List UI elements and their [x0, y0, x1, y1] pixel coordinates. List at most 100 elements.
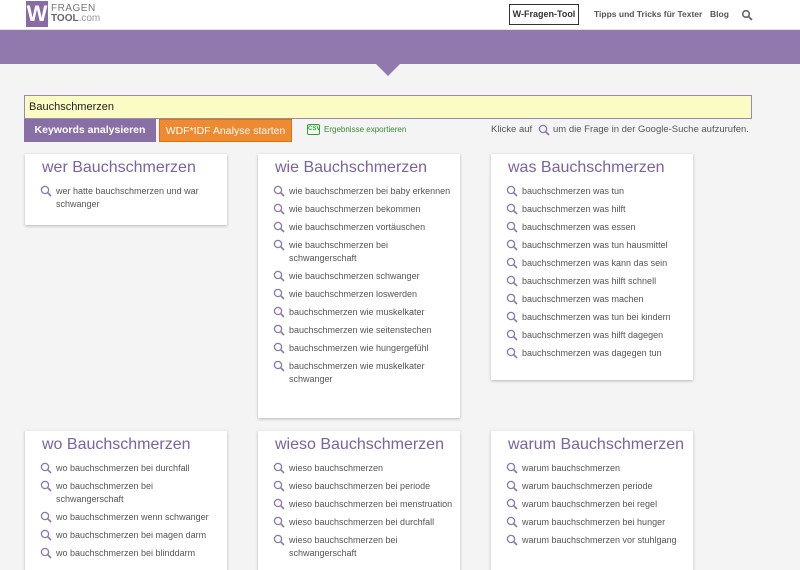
- google-search-icon[interactable]: [506, 534, 518, 546]
- card-title: wie Bauchschmerzen: [275, 159, 428, 176]
- question-item: bauchschmerzen was machen: [506, 293, 686, 306]
- google-search-icon[interactable]: [273, 203, 285, 215]
- keyword-input[interactable]: [24, 95, 752, 119]
- question-list: wo bauchschmerzen bei durchfall wo bauchs…: [40, 462, 220, 565]
- question-text: bauchschmerzen was machen: [522, 294, 644, 304]
- google-search-icon[interactable]: [273, 342, 285, 354]
- question-text: wie bauchschmerzen bekommen: [289, 204, 421, 214]
- google-search-icon[interactable]: [506, 311, 518, 323]
- google-search-icon[interactable]: [273, 185, 285, 197]
- google-search-icon[interactable]: [506, 498, 518, 510]
- question-text: bauchschmerzen was hilft dagegen: [522, 330, 664, 340]
- google-search-icon[interactable]: [40, 462, 52, 474]
- question-text: bauchschmerzen was kann das sein: [522, 258, 668, 268]
- magnifier-icon: [538, 124, 550, 136]
- google-search-icon[interactable]: [506, 516, 518, 528]
- google-search-icon[interactable]: [506, 480, 518, 492]
- question-text: bauchschmerzen wie seitenstechen: [289, 325, 432, 335]
- question-text: wie bauchschmerzen loswerden: [289, 289, 418, 299]
- google-search-icon[interactable]: [273, 516, 285, 528]
- question-item: wo bauchschmerzen bei schwangerschaft: [40, 480, 220, 506]
- google-search-icon[interactable]: [273, 239, 285, 251]
- google-search-icon[interactable]: [40, 547, 52, 559]
- question-item: wer hatte bauchschmerzen und war schwang…: [40, 185, 220, 211]
- search-icon[interactable]: [741, 9, 753, 21]
- google-search-icon[interactable]: [273, 480, 285, 492]
- google-search-icon[interactable]: [40, 511, 52, 523]
- google-search-icon[interactable]: [273, 498, 285, 510]
- question-text: wie bauchschmerzen schwanger: [289, 271, 420, 281]
- google-search-icon[interactable]: [273, 324, 285, 336]
- question-item: bauchschmerzen was tun hausmittel: [506, 239, 686, 252]
- question-item: bauchschmerzen wie muskelkater: [273, 306, 453, 319]
- question-text: wieso bauchschmerzen bei periode: [289, 481, 431, 491]
- google-search-icon[interactable]: [506, 275, 518, 287]
- nav-item-tipps-und-tricks[interactable]: Tipps und Tricks für Texter: [594, 4, 702, 25]
- question-text: wo bauchschmerzen bei durchfall: [56, 463, 190, 473]
- question-item: wieso bauchschmerzen bei durchfall: [273, 516, 453, 529]
- question-text: warum bauchschmerzen: [522, 463, 621, 473]
- header-band-arrow: [376, 64, 400, 76]
- google-search-icon[interactable]: [273, 270, 285, 282]
- google-search-icon[interactable]: [40, 529, 52, 541]
- question-item: bauchschmerzen wie hungergefühl: [273, 342, 453, 355]
- google-search-icon[interactable]: [40, 480, 52, 492]
- question-item: bauchschmerzen was essen: [506, 221, 686, 234]
- question-item: wieso bauchschmerzen bei menstruation: [273, 498, 453, 511]
- google-search-icon[interactable]: [506, 185, 518, 197]
- card-title: wieso Bauchschmerzen: [275, 436, 444, 453]
- nav-item-blog[interactable]: Blog: [710, 4, 729, 25]
- google-search-icon[interactable]: [506, 203, 518, 215]
- card-wer: wer Bauchschmerzen wer hatte bauchschmerz…: [25, 154, 227, 225]
- question-text: wie bauchschmerzen bei schwangerschaft: [289, 240, 389, 263]
- logo-line-2-main: TOOL: [51, 13, 79, 24]
- question-item: warum bauchschmerzen periode: [506, 480, 686, 493]
- analyze-keywords-button[interactable]: Keywords analysieren: [24, 119, 156, 142]
- question-item: wie bauchschmerzen bekommen: [273, 203, 453, 216]
- google-search-icon[interactable]: [506, 347, 518, 359]
- question-text: wieso bauchschmerzen bei durchfall: [289, 517, 435, 527]
- google-search-icon[interactable]: [273, 534, 285, 546]
- header-band: [0, 30, 800, 64]
- question-item: wieso bauchschmerzen bei periode: [273, 480, 453, 493]
- google-search-icon[interactable]: [273, 462, 285, 474]
- google-search-icon[interactable]: [506, 293, 518, 305]
- logo-wordmark: FRAGEN TOOL.com: [51, 4, 100, 24]
- google-search-icon[interactable]: [273, 288, 285, 300]
- nav-item-w-fragen-tool[interactable]: W-Fragen-Tool: [509, 4, 579, 25]
- csv-icon: CSV: [307, 124, 320, 135]
- card-wo: wo Bauchschmerzen wo bauchschmerzen bei d…: [25, 431, 227, 570]
- card-wie: wie Bauchschmerzen wie bauchschmerzen bei…: [258, 154, 460, 418]
- question-item: wieso bauchschmerzen: [273, 462, 453, 475]
- question-item: warum bauchschmerzen bei hunger: [506, 516, 686, 529]
- google-search-icon[interactable]: [506, 329, 518, 341]
- google-search-icon[interactable]: [273, 221, 285, 233]
- question-text: warum bauchschmerzen vor stuhlgang: [522, 535, 677, 545]
- google-search-icon[interactable]: [40, 185, 52, 197]
- logo[interactable]: W FRAGEN TOOL.com: [26, 1, 100, 27]
- question-list: bauchschmerzen was tun bauchschmerzen was…: [506, 185, 686, 365]
- question-item: bauchschmerzen was hilft dagegen: [506, 329, 686, 342]
- question-item: warum bauchschmerzen bei regel: [506, 498, 686, 511]
- export-results-link[interactable]: CSV Ergebnisse exportieren: [307, 124, 406, 135]
- question-list: warum bauchschmerzen warum bauchschmerzen…: [506, 462, 686, 552]
- question-text: wieso bauchschmerzen bei menstruation: [289, 499, 453, 509]
- question-item: bauchschmerzen was hilft: [506, 203, 686, 216]
- question-item: warum bauchschmerzen: [506, 462, 686, 475]
- question-text: wo bauchschmerzen bei blinddarm: [56, 548, 196, 558]
- question-text: bauchschmerzen wie muskelkater schwanger: [289, 361, 425, 384]
- google-search-icon[interactable]: [506, 462, 518, 474]
- question-item: wie bauchschmerzen bei schwangerschaft: [273, 239, 453, 265]
- card-was: was Bauchschmerzen bauchschmerzen was tun…: [491, 154, 693, 380]
- wdf-idf-analysis-button[interactable]: WDF*IDF Analyse starten: [159, 119, 292, 142]
- google-search-icon[interactable]: [506, 239, 518, 251]
- google-search-icon[interactable]: [273, 360, 285, 372]
- question-text: bauchschmerzen wie hungergefühl: [289, 343, 429, 353]
- google-search-icon[interactable]: [273, 306, 285, 318]
- google-search-icon[interactable]: [506, 221, 518, 233]
- google-search-icon[interactable]: [506, 257, 518, 269]
- logo-suffix: .com: [78, 13, 101, 24]
- question-item: wo bauchschmerzen bei durchfall: [40, 462, 220, 475]
- question-text: warum bauchschmerzen periode: [522, 481, 653, 491]
- card-title: warum Bauchschmerzen: [508, 436, 685, 453]
